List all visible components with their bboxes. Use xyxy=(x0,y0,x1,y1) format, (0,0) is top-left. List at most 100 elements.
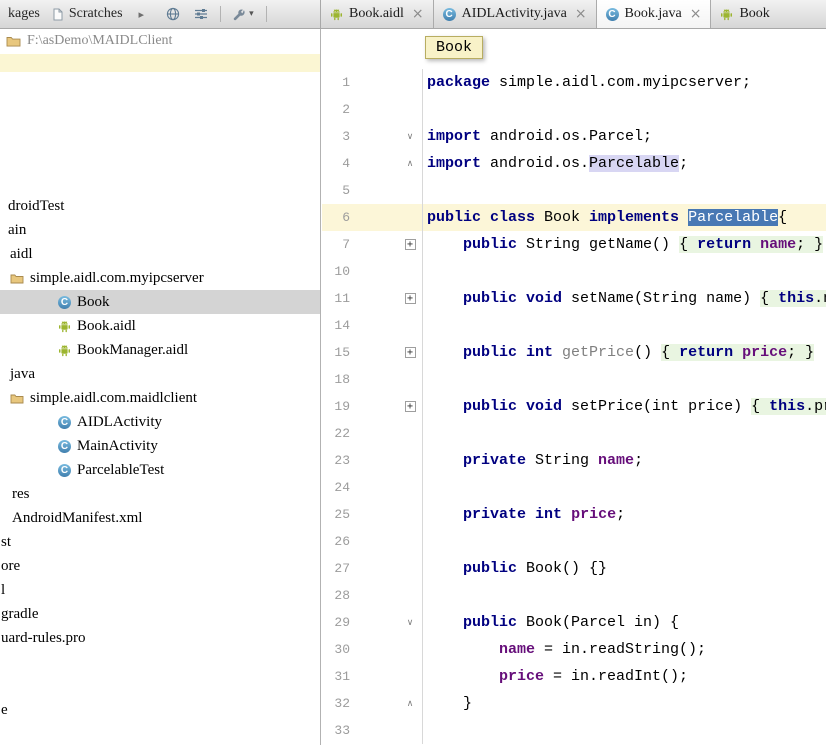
line-number: 30 xyxy=(334,642,350,657)
tree-item-androidmanifest-xml[interactable]: AndroidManifest.xml xyxy=(0,506,320,530)
code-line-11[interactable]: 11 + public void setName(String name) { t… xyxy=(322,285,826,312)
close-icon[interactable]: × xyxy=(690,6,702,22)
code-token: public void xyxy=(463,398,563,415)
editor-tab-label: Book xyxy=(739,6,770,21)
code-line-7[interactable]: 7 + public String getName() { return name… xyxy=(322,231,826,258)
tree-item-book[interactable]: C Book xyxy=(0,290,320,314)
tree-item-uard-rules-pro[interactable]: uard-rules.pro xyxy=(0,626,320,650)
fold-plus-box: + xyxy=(404,400,416,412)
close-icon[interactable]: × xyxy=(412,6,424,22)
top-bar: kages Scratches ▸ ▾ Book.aidl × C AIDLActiv… xyxy=(0,0,826,29)
tree-item-blank[interactable] xyxy=(0,674,320,698)
tree-item-e[interactable]: e xyxy=(0,698,320,722)
code-token: android.os. xyxy=(481,155,590,172)
tree-item-ore[interactable]: ore xyxy=(0,554,320,578)
gutter: 33 xyxy=(322,717,423,744)
code-line-24[interactable]: 24 xyxy=(322,474,826,501)
tree-item-aidl[interactable]: aidl xyxy=(0,242,320,266)
code-token: this xyxy=(778,290,815,307)
tree-item-bookmanager-aidl[interactable]: BookManager.aidl xyxy=(0,338,320,362)
tree-item-ain[interactable]: ain xyxy=(0,218,320,242)
code-token: name xyxy=(760,236,797,253)
tree-item-mainactivity[interactable]: C MainActivity xyxy=(0,434,320,458)
editor-tab-book-java[interactable]: C Book.java × xyxy=(596,0,712,28)
gutter: 31 xyxy=(322,663,423,690)
fold-close-icon[interactable]: ∧ xyxy=(403,697,417,711)
code-token: String xyxy=(526,452,599,469)
code-line-1[interactable]: 1 package simple.aidl.com.myipcserver; xyxy=(322,69,826,96)
tab-scratches[interactable]: Scratches xyxy=(46,0,129,28)
fold-plus-icon[interactable]: + xyxy=(403,400,417,414)
code-editor[interactable]: 1 package simple.aidl.com.myipcserver; 2 3 ∨… xyxy=(322,29,826,745)
tree-item-simple-aidl-com-myipcserver[interactable]: simple.aidl.com.myipcserver xyxy=(0,266,320,290)
tree-item-droidtest[interactable]: droidTest xyxy=(0,194,320,218)
tree-item-res[interactable]: res xyxy=(0,482,320,506)
tab-packages[interactable]: kages xyxy=(2,0,46,28)
gutter: 18 xyxy=(322,366,423,393)
code-line-19[interactable]: 19 + public void setPrice(int price) { th… xyxy=(322,393,826,420)
fold-plus-icon[interactable]: + xyxy=(403,346,417,360)
view-options-icon[interactable] xyxy=(194,7,208,21)
editor-tab-book[interactable]: Book xyxy=(711,0,826,28)
code-token: return xyxy=(679,344,734,361)
code-line-3[interactable]: 3 ∨ import android.os.Parcel; xyxy=(322,123,826,150)
tree-item-aidlactivity[interactable]: C AIDLActivity xyxy=(0,410,320,434)
tool-window-tabbar: kages Scratches ▸ ▾ xyxy=(0,0,321,28)
dropdown-caret-icon: ▾ xyxy=(249,9,254,19)
code-line-32[interactable]: 32 ∧ } xyxy=(322,690,826,717)
tree-item-simple-aidl-com-maidlclient[interactable]: simple.aidl.com.maidlclient xyxy=(0,386,320,410)
code-token: setName(String name) xyxy=(562,290,761,307)
hidden-tabs-chevron-icon[interactable]: ▸ xyxy=(139,8,145,21)
code-line-28[interactable]: 28 xyxy=(322,582,826,609)
tree-item-blank[interactable] xyxy=(0,722,320,745)
close-icon[interactable]: × xyxy=(575,6,587,22)
wrench-icon[interactable] xyxy=(231,7,246,22)
tree-item-book-aidl[interactable]: Book.aidl xyxy=(0,314,320,338)
project-root-path[interactable]: F:\asDemo\MAIDLClient xyxy=(6,33,172,49)
tree-item-st[interactable]: st xyxy=(0,530,320,554)
globe-icon[interactable] xyxy=(166,7,180,21)
line-number: 27 xyxy=(334,561,350,576)
gutter: 29 ∨ xyxy=(322,609,423,636)
fold-open-icon[interactable]: ∨ xyxy=(403,130,417,144)
code-line-4[interactable]: 4 ∧ import android.os.Parcelable; xyxy=(322,150,826,177)
code-text: private int price; xyxy=(423,501,826,528)
code-line-25[interactable]: 25 private int price; xyxy=(322,501,826,528)
code-token: ; } xyxy=(796,236,824,253)
tree-item-gradle[interactable]: gradle xyxy=(0,602,320,626)
code-line-27[interactable]: 27 public Book() {} xyxy=(322,555,826,582)
code-line-31[interactable]: 31 price = in.readInt(); xyxy=(322,663,826,690)
fold-open-icon[interactable]: ∨ xyxy=(403,616,417,630)
tree-item-java[interactable]: java xyxy=(0,362,320,386)
code-line-26[interactable]: 26 xyxy=(322,528,826,555)
code-line-33[interactable]: 33 xyxy=(322,717,826,744)
line-number: 3 xyxy=(342,129,350,144)
fold-close-icon[interactable]: ∧ xyxy=(403,157,417,171)
code-token: price xyxy=(571,506,617,523)
fold-plus-icon[interactable]: + xyxy=(403,292,417,306)
code-token: private int xyxy=(463,506,563,523)
code-line-5[interactable]: 5 xyxy=(322,177,826,204)
code-line-2[interactable]: 2 xyxy=(322,96,826,123)
code-line-15[interactable]: 15 + public int getPrice() { return price… xyxy=(322,339,826,366)
code-line-10[interactable]: 10 xyxy=(322,258,826,285)
editor-tab-book-aidl[interactable]: Book.aidl × xyxy=(321,0,434,28)
code-token: package xyxy=(427,74,491,91)
project-tree: droidTest ain aidl simple.aidl.com.myipcser… xyxy=(0,194,320,745)
gutter: 30 xyxy=(322,636,423,663)
tab-packages-label: kages xyxy=(8,6,40,21)
tree-item-label: l xyxy=(1,581,6,598)
fold-plus-icon[interactable]: + xyxy=(403,238,417,252)
code-line-18[interactable]: 18 xyxy=(322,366,826,393)
code-line-29[interactable]: 29 ∨ public Book(Parcel in) { xyxy=(322,609,826,636)
code-line-14[interactable]: 14 xyxy=(322,312,826,339)
code-line-23[interactable]: 23 private String name; xyxy=(322,447,826,474)
code-line-30[interactable]: 30 name = in.readString(); xyxy=(322,636,826,663)
tree-item-blank[interactable] xyxy=(0,650,320,674)
editor-tab-aidlactivity-java[interactable]: C AIDLActivity.java × xyxy=(434,0,597,28)
tree-item-l[interactable]: l xyxy=(0,578,320,602)
code-line-22[interactable]: 22 xyxy=(322,420,826,447)
tree-item-parcelabletest[interactable]: C ParcelableTest xyxy=(0,458,320,482)
code-line-6[interactable]: 6 public class Book implements Parcelable… xyxy=(322,204,826,231)
